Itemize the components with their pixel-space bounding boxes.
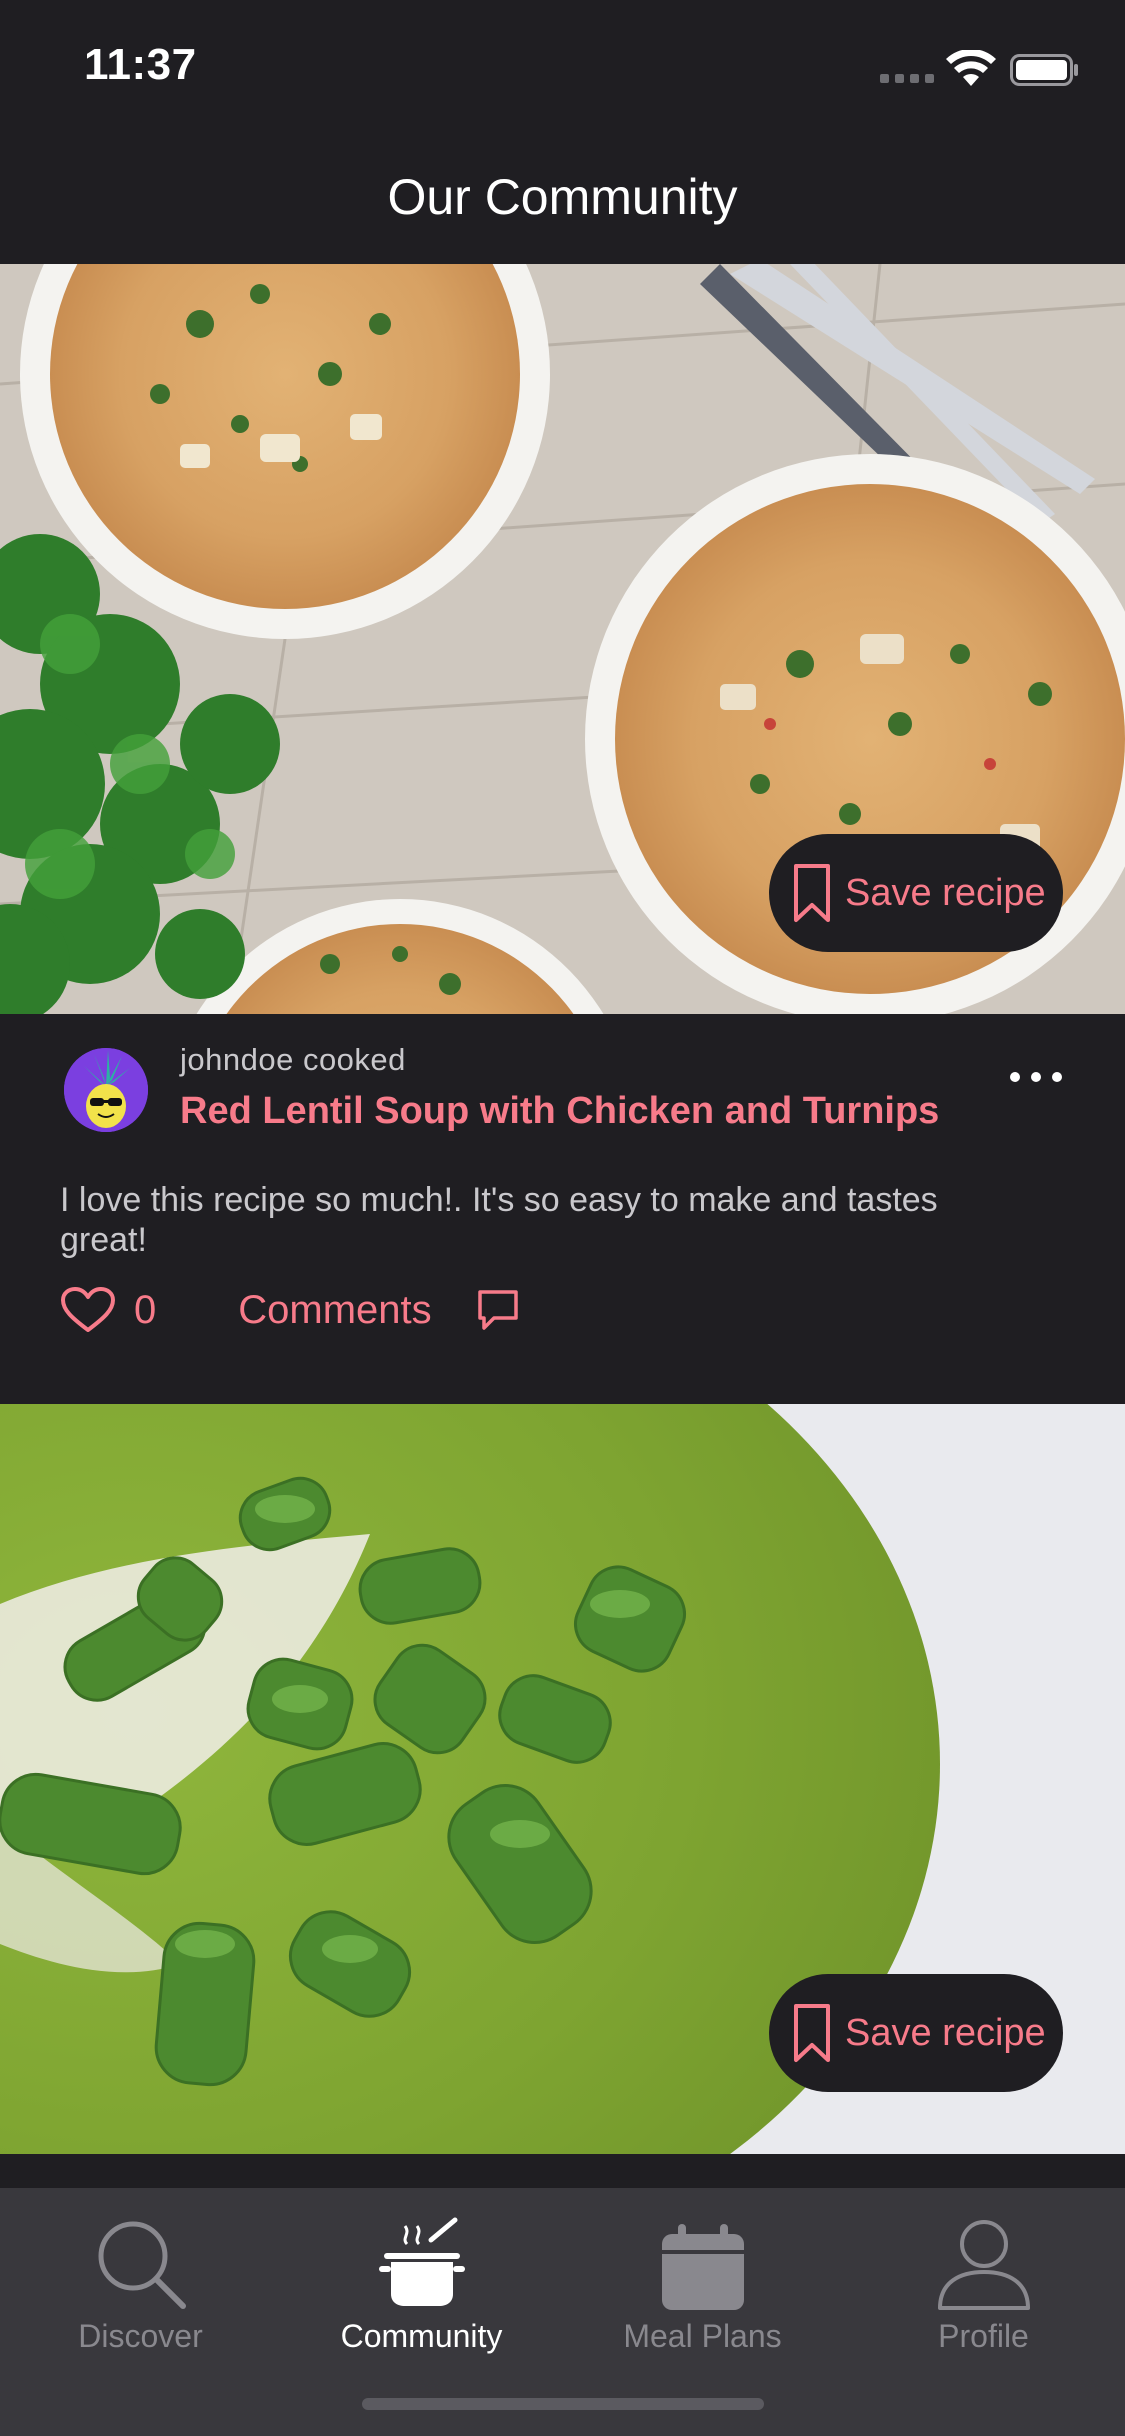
like-count: 0 [134, 1287, 157, 1332]
post-actions: 0 Comments [60, 1282, 520, 1338]
status-bar: 11:37 [0, 0, 1125, 132]
wifi-icon [946, 50, 996, 86]
author-line[interactable]: johndoe cooked [180, 1042, 406, 1078]
save-recipe-button[interactable]: Save recipe [769, 1974, 1063, 2092]
like-button[interactable]: 0 [60, 1286, 156, 1334]
pineapple-avatar-icon [64, 1048, 148, 1132]
save-recipe-label: Save recipe [845, 2011, 1046, 2054]
calendar-icon [661, 2224, 744, 2310]
comment-bubble-icon[interactable] [476, 1288, 520, 1332]
page-title: Our Community [387, 169, 738, 225]
tab-label: Community [340, 2318, 503, 2354]
recipe-photo[interactable]: Save recipe [0, 264, 1125, 1014]
comments-button[interactable]: Comments [238, 1288, 431, 1333]
cellular-signal-icon [880, 74, 934, 84]
save-recipe-label: Save recipe [845, 871, 1046, 914]
more-options-icon[interactable] [1008, 1068, 1064, 1088]
tab-discover[interactable]: Discover [0, 2204, 281, 2355]
heart-icon [61, 1287, 115, 1332]
recipe-title-link[interactable]: Red Lentil Soup with Chicken and Turnips [180, 1090, 939, 1133]
status-time: 11:37 [84, 40, 197, 89]
post-card: johndoe cooked Red Lentil Soup with Chic… [0, 1014, 1125, 1404]
cooking-pot-icon [378, 2217, 465, 2306]
screen: 11:37 Our Community Save recipe johndoe … [0, 0, 1125, 2436]
tab-label: Meal Plans [623, 2318, 782, 2354]
tab-profile[interactable]: Profile [843, 2204, 1124, 2355]
tab-meal-plans[interactable]: Meal Plans [562, 2204, 843, 2355]
avatar[interactable] [64, 1048, 148, 1132]
save-recipe-button[interactable]: Save recipe [769, 834, 1063, 952]
battery-icon [1010, 54, 1078, 86]
tab-label: Discover [78, 2318, 203, 2354]
tab-community[interactable]: Community [281, 2204, 562, 2355]
person-icon [937, 2220, 1030, 2310]
tab-label: Profile [938, 2318, 1029, 2354]
home-indicator[interactable] [362, 2398, 764, 2410]
post-caption: I love this recipe so much!. It's so eas… [60, 1181, 938, 1259]
bookmark-icon [794, 2004, 830, 2062]
bookmark-icon [794, 864, 830, 922]
recipe-photo[interactable]: Save recipe [0, 1404, 1125, 2154]
search-icon [98, 2221, 186, 2309]
